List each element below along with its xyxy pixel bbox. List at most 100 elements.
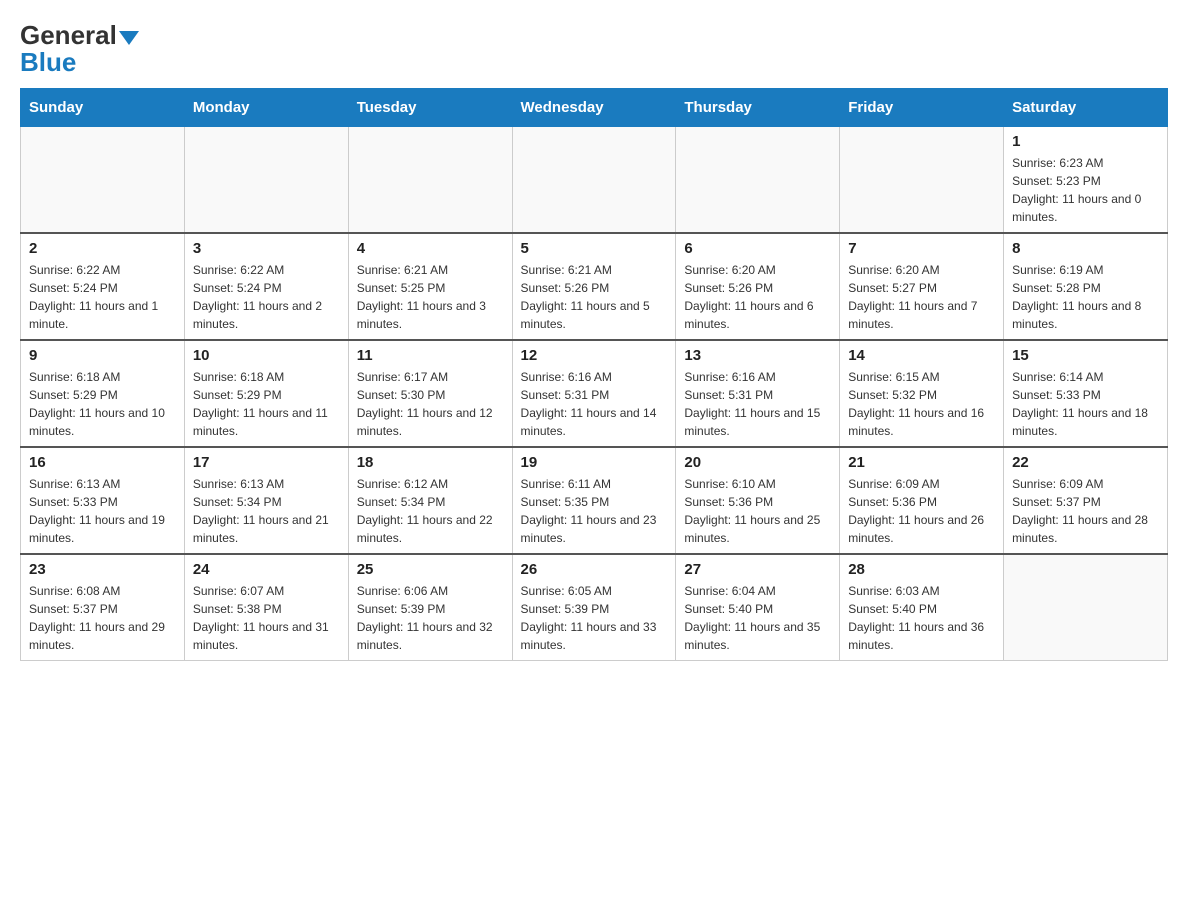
day-number: 22 [1012, 454, 1159, 471]
day-number: 16 [29, 454, 176, 471]
calendar-week-row: 23 Sunrise: 6:08 AM Sunset: 5:37 PM Dayli… [21, 554, 1168, 661]
calendar-day-cell: 16Sunrise: 6:13 AM Sunset: 5:33 PM Dayli… [21, 447, 185, 554]
day-info: Sunrise: 6:19 AM Sunset: 5:28 PM Dayligh… [1012, 261, 1159, 333]
day-info: Sunrise: 6:11 AM Sunset: 5:35 PM Dayligh… [521, 475, 668, 547]
day-info: Sunrise: 6:15 AM Sunset: 5:32 PM Dayligh… [848, 368, 995, 440]
calendar-day-cell: 11Sunrise: 6:17 AM Sunset: 5:30 PM Dayli… [348, 340, 512, 447]
day-number: 5 [521, 240, 668, 257]
calendar-day-cell: 26 Sunrise: 6:05 AM Sunset: 5:39 PM Dayli… [512, 554, 676, 661]
day-number: 14 [848, 347, 995, 364]
calendar-day-cell: 25 Sunrise: 6:06 AM Sunset: 5:39 PM Dayli… [348, 554, 512, 661]
day-number: 19 [521, 454, 668, 471]
calendar-day-cell: 7 Sunrise: 6:20 AM Sunset: 5:27 PM Daylig… [840, 233, 1004, 340]
day-info: Sunrise: 6:10 AM Sunset: 5:36 PM Dayligh… [684, 475, 831, 547]
calendar-day-cell [676, 127, 840, 234]
day-info: Sunrise: 6:18 AM Sunset: 5:29 PM Dayligh… [193, 368, 340, 440]
day-info: Sunrise: 6:16 AM Sunset: 5:31 PM Dayligh… [684, 368, 831, 440]
day-number: 21 [848, 454, 995, 471]
day-number: 18 [357, 454, 504, 471]
calendar-day-cell [512, 127, 676, 234]
calendar-day-cell: 9 Sunrise: 6:18 AM Sunset: 5:29 PM Daylig… [21, 340, 185, 447]
day-info: Sunrise: 6:18 AM Sunset: 5:29 PM Dayligh… [29, 368, 176, 440]
day-info: Sunrise: 6:22 AM Sunset: 5:24 PM Dayligh… [193, 261, 340, 333]
day-of-week-header: Wednesday [512, 89, 676, 127]
calendar-day-cell: 21 Sunrise: 6:09 AM Sunset: 5:36 PM Dayli… [840, 447, 1004, 554]
day-info: Sunrise: 6:03 AM Sunset: 5:40 PM Dayligh… [848, 582, 995, 654]
calendar-day-cell: 6Sunrise: 6:20 AM Sunset: 5:26 PM Daylig… [676, 233, 840, 340]
calendar-day-cell: 28 Sunrise: 6:03 AM Sunset: 5:40 PM Dayli… [840, 554, 1004, 661]
calendar-day-cell: 22 Sunrise: 6:09 AM Sunset: 5:37 PM Dayli… [1004, 447, 1168, 554]
day-number: 26 [521, 561, 668, 578]
day-number: 24 [193, 561, 340, 578]
day-of-week-header: Saturday [1004, 89, 1168, 127]
day-number: 23 [29, 561, 176, 578]
day-info: Sunrise: 6:09 AM Sunset: 5:37 PM Dayligh… [1012, 475, 1159, 547]
day-number: 7 [848, 240, 995, 257]
day-info: Sunrise: 6:23 AM Sunset: 5:23 PM Dayligh… [1012, 154, 1159, 226]
logo-blue-text: Blue [20, 47, 76, 78]
day-of-week-header: Sunday [21, 89, 185, 127]
calendar-week-row: 2 Sunrise: 6:22 AM Sunset: 5:24 PM Daylig… [21, 233, 1168, 340]
calendar-week-row: 9 Sunrise: 6:18 AM Sunset: 5:29 PM Daylig… [21, 340, 1168, 447]
day-number: 1 [1012, 133, 1159, 150]
day-number: 10 [193, 347, 340, 364]
calendar-week-row: 1 Sunrise: 6:23 AM Sunset: 5:23 PM Daylig… [21, 127, 1168, 234]
calendar-day-cell [840, 127, 1004, 234]
calendar-day-cell: 19 Sunrise: 6:11 AM Sunset: 5:35 PM Dayli… [512, 447, 676, 554]
day-number: 25 [357, 561, 504, 578]
calendar-table: SundayMondayTuesdayWednesdayThursdayFrid… [20, 88, 1168, 661]
calendar-day-cell [184, 127, 348, 234]
calendar-week-row: 16Sunrise: 6:13 AM Sunset: 5:33 PM Dayli… [21, 447, 1168, 554]
calendar-day-cell: 8 Sunrise: 6:19 AM Sunset: 5:28 PM Daylig… [1004, 233, 1168, 340]
calendar-day-cell: 10 Sunrise: 6:18 AM Sunset: 5:29 PM Dayli… [184, 340, 348, 447]
day-info: Sunrise: 6:21 AM Sunset: 5:26 PM Dayligh… [521, 261, 668, 333]
day-info: Sunrise: 6:05 AM Sunset: 5:39 PM Dayligh… [521, 582, 668, 654]
day-info: Sunrise: 6:22 AM Sunset: 5:24 PM Dayligh… [29, 261, 176, 333]
calendar-day-cell [348, 127, 512, 234]
calendar-day-cell: 12 Sunrise: 6:16 AM Sunset: 5:31 PM Dayli… [512, 340, 676, 447]
day-info: Sunrise: 6:14 AM Sunset: 5:33 PM Dayligh… [1012, 368, 1159, 440]
calendar-day-cell: 17 Sunrise: 6:13 AM Sunset: 5:34 PM Dayli… [184, 447, 348, 554]
day-info: Sunrise: 6:08 AM Sunset: 5:37 PM Dayligh… [29, 582, 176, 654]
day-info: Sunrise: 6:12 AM Sunset: 5:34 PM Dayligh… [357, 475, 504, 547]
day-number: 27 [684, 561, 831, 578]
calendar-day-cell: 27 Sunrise: 6:04 AM Sunset: 5:40 PM Dayli… [676, 554, 840, 661]
day-number: 3 [193, 240, 340, 257]
day-info: Sunrise: 6:07 AM Sunset: 5:38 PM Dayligh… [193, 582, 340, 654]
calendar-day-cell: 5 Sunrise: 6:21 AM Sunset: 5:26 PM Daylig… [512, 233, 676, 340]
day-number: 12 [521, 347, 668, 364]
day-number: 9 [29, 347, 176, 364]
calendar-day-cell: 2 Sunrise: 6:22 AM Sunset: 5:24 PM Daylig… [21, 233, 185, 340]
day-of-week-header: Thursday [676, 89, 840, 127]
calendar-day-cell: 23 Sunrise: 6:08 AM Sunset: 5:37 PM Dayli… [21, 554, 185, 661]
day-info: Sunrise: 6:06 AM Sunset: 5:39 PM Dayligh… [357, 582, 504, 654]
page-header: General Blue [20, 20, 1168, 78]
day-of-week-header: Tuesday [348, 89, 512, 127]
logo: General Blue [20, 20, 139, 78]
day-of-week-header: Friday [840, 89, 1004, 127]
day-number: 28 [848, 561, 995, 578]
calendar-header-row: SundayMondayTuesdayWednesdayThursdayFrid… [21, 89, 1168, 127]
calendar-day-cell: 24 Sunrise: 6:07 AM Sunset: 5:38 PM Dayli… [184, 554, 348, 661]
day-info: Sunrise: 6:17 AM Sunset: 5:30 PM Dayligh… [357, 368, 504, 440]
day-of-week-header: Monday [184, 89, 348, 127]
day-number: 2 [29, 240, 176, 257]
calendar-day-cell: 4Sunrise: 6:21 AM Sunset: 5:25 PM Daylig… [348, 233, 512, 340]
day-number: 17 [193, 454, 340, 471]
day-info: Sunrise: 6:21 AM Sunset: 5:25 PM Dayligh… [357, 261, 504, 333]
day-info: Sunrise: 6:20 AM Sunset: 5:27 PM Dayligh… [848, 261, 995, 333]
calendar-day-cell: 18 Sunrise: 6:12 AM Sunset: 5:34 PM Dayli… [348, 447, 512, 554]
calendar-day-cell: 20Sunrise: 6:10 AM Sunset: 5:36 PM Dayli… [676, 447, 840, 554]
calendar-day-cell: 14 Sunrise: 6:15 AM Sunset: 5:32 PM Dayli… [840, 340, 1004, 447]
calendar-day-cell: 13Sunrise: 6:16 AM Sunset: 5:31 PM Dayli… [676, 340, 840, 447]
day-info: Sunrise: 6:16 AM Sunset: 5:31 PM Dayligh… [521, 368, 668, 440]
day-info: Sunrise: 6:09 AM Sunset: 5:36 PM Dayligh… [848, 475, 995, 547]
day-info: Sunrise: 6:13 AM Sunset: 5:34 PM Dayligh… [193, 475, 340, 547]
day-info: Sunrise: 6:04 AM Sunset: 5:40 PM Dayligh… [684, 582, 831, 654]
day-info: Sunrise: 6:20 AM Sunset: 5:26 PM Dayligh… [684, 261, 831, 333]
calendar-day-cell [1004, 554, 1168, 661]
day-number: 8 [1012, 240, 1159, 257]
calendar-day-cell: 15Sunrise: 6:14 AM Sunset: 5:33 PM Dayli… [1004, 340, 1168, 447]
calendar-day-cell: 3 Sunrise: 6:22 AM Sunset: 5:24 PM Daylig… [184, 233, 348, 340]
calendar-day-cell: 1 Sunrise: 6:23 AM Sunset: 5:23 PM Daylig… [1004, 127, 1168, 234]
